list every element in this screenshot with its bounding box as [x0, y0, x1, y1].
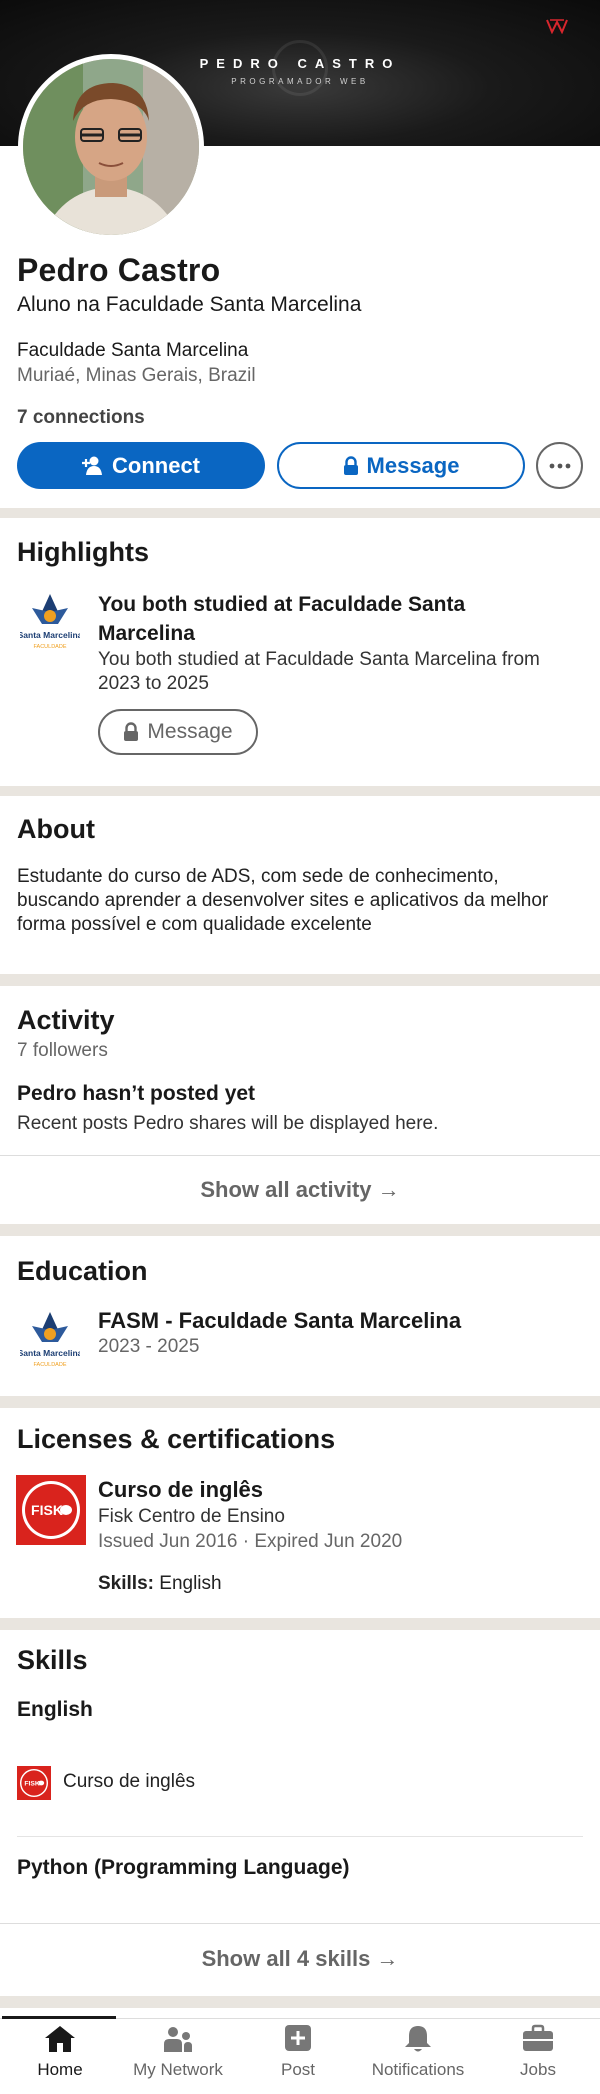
svg-text:FISK: FISK: [24, 1780, 40, 1787]
nav-post[interactable]: Post: [238, 2024, 358, 2080]
svg-text:Santa Marcelina: Santa Marcelina: [20, 1348, 80, 1358]
school-logo-icon: Santa Marcelina FACULDADE: [18, 590, 83, 654]
education-title: Education: [17, 1256, 148, 1286]
divider: [17, 1836, 583, 1837]
section-separator: [0, 1618, 600, 1630]
briefcase-icon: [523, 2024, 553, 2051]
section-separator: [0, 974, 600, 986]
school-logo-icon: Santa Marcelina FACULDADE: [18, 1308, 83, 1372]
license-organization: Fisk Centro de Ensino: [98, 1506, 285, 1527]
nav-jobs[interactable]: Jobs: [478, 2024, 598, 2080]
svg-text:Santa Marcelina: Santa Marcelina: [20, 630, 80, 640]
banner-logo-icon: [546, 19, 568, 34]
lock-icon: [343, 455, 358, 475]
section-separator: [0, 1996, 600, 2008]
avatar-photo: [23, 59, 199, 235]
home-icon: [45, 2026, 75, 2052]
bell-icon: [405, 2026, 431, 2052]
license-skills-label: Skills:: [98, 1573, 154, 1594]
skill-item-english[interactable]: English: [17, 1698, 93, 1722]
activity-empty-title: Pedro hasn’t posted yet: [17, 1082, 256, 1105]
profile-school[interactable]: Faculdade Santa Marcelina: [17, 340, 248, 362]
highlights-title: Highlights: [17, 537, 149, 567]
nav-jobs-label: Jobs: [520, 2060, 556, 2079]
svg-text:FACULDADE: FACULDADE: [33, 1362, 66, 1368]
more-button[interactable]: [536, 442, 583, 489]
plus-square-icon: [285, 2025, 311, 2051]
nav-notifications-label: Notifications: [371, 2060, 465, 2079]
fisk-logo-icon: FISK: [16, 1475, 86, 1545]
license-skills: Skills: English: [98, 1573, 222, 1595]
lock-icon: [124, 722, 139, 741]
activity-empty-description: Recent posts Pedro shares will be displa…: [17, 1113, 439, 1134]
nav-active-indicator: [2, 2016, 116, 2019]
activity-title: Activity: [17, 1005, 115, 1035]
profile-name: Pedro Castro: [17, 252, 221, 288]
skill-english-certification: Curso de inglês: [63, 1771, 196, 1792]
section-separator: [0, 786, 600, 796]
svg-text:FISK: FISK: [31, 1502, 63, 1518]
license-name[interactable]: Curso de inglês: [98, 1477, 263, 1503]
people-icon: [164, 2027, 192, 2052]
education-school-name[interactable]: FASM - Faculdade Santa Marcelina: [98, 1308, 461, 1334]
show-all-skills-link[interactable]: Show all 4 skills →: [0, 1946, 600, 1972]
nav-notifications[interactable]: Notifications: [358, 2024, 478, 2080]
profile-connections[interactable]: 7 connections: [17, 407, 145, 429]
highlight-message-button[interactable]: Message: [98, 709, 258, 755]
skill-item-python[interactable]: Python (Programming Language): [17, 1856, 350, 1880]
education-dates: 2023 - 2025: [98, 1336, 200, 1357]
nav-post-label: Post: [280, 2060, 316, 2079]
message-label: Message: [366, 452, 460, 478]
highlight-message-label: Message: [147, 720, 233, 743]
skills-title: Skills: [17, 1645, 88, 1675]
divider: [0, 1155, 600, 1156]
section-separator: [0, 1396, 600, 1408]
nav-home-label: Home: [37, 2060, 83, 2079]
profile-location: Muriaé, Minas Gerais, Brazil: [17, 365, 256, 386]
add-person-icon: [82, 456, 102, 475]
more-dots-icon: [549, 463, 570, 468]
about-title: About: [17, 814, 95, 844]
section-separator: [0, 1224, 600, 1236]
section-separator: [0, 508, 600, 518]
highlight-title: You both studied at Faculdade Santa Marc…: [98, 593, 466, 645]
svg-text:FACULDADE: FACULDADE: [33, 644, 66, 650]
fisk-logo-icon: FISK: [17, 1766, 51, 1800]
about-text: Estudante do curso de ADS, com sede de c…: [17, 866, 549, 935]
licenses-title: Licenses & certifications: [17, 1424, 336, 1454]
highlight-description: You both studied at Faculdade Santa Marc…: [98, 649, 540, 694]
connect-label: Connect: [112, 452, 200, 478]
license-skills-value: English: [159, 1573, 222, 1594]
nav-my-network-label: My Network: [133, 2060, 223, 2079]
activity-followers[interactable]: 7 followers: [17, 1040, 108, 1062]
nav-home[interactable]: Home: [0, 2024, 120, 2080]
profile-headline: Aluno na Faculdade Santa Marcelina: [17, 293, 362, 316]
divider: [0, 1923, 600, 1924]
nav-my-network[interactable]: My Network: [118, 2024, 238, 2080]
connect-button[interactable]: Connect: [17, 442, 265, 489]
license-issued-dates: Issued Jun 2016 · Expired Jun 2020: [98, 1531, 403, 1552]
profile-avatar[interactable]: [18, 54, 204, 240]
show-all-activity-link[interactable]: Show all activity →: [0, 1177, 600, 1203]
message-button[interactable]: Message: [277, 442, 525, 489]
